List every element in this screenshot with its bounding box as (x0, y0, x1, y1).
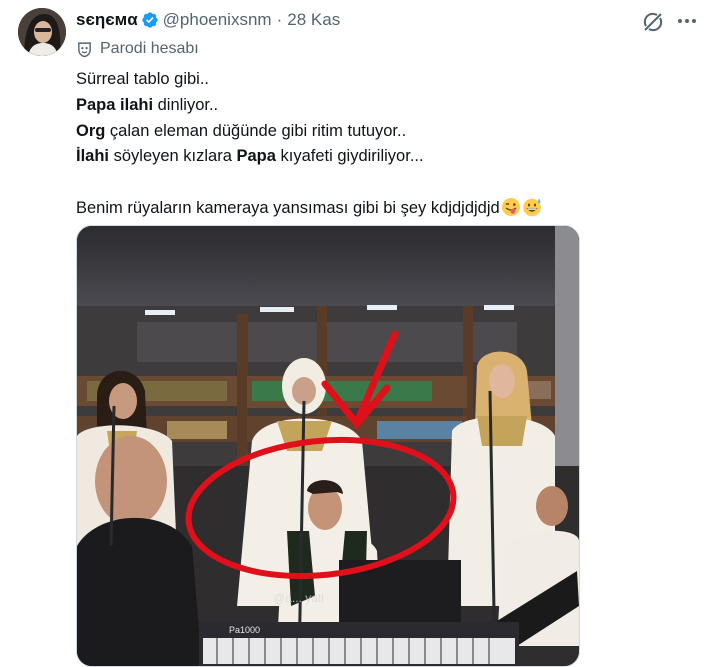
tweet-header: ѕєηємα @phoenixsnm · 28 Kas (76, 9, 340, 31)
tweet-text: Sürreal tablo gibi.. Papa ilahi dinliyor… (76, 67, 696, 222)
video-media[interactable]: Pa1000 @a... yati (76, 225, 580, 667)
tweet-line: İlahi söyleyen kızlara Papa kıyafeti giy… (76, 147, 424, 166)
avatar[interactable] (18, 8, 66, 56)
separator: · (276, 10, 283, 29)
watermark: @a... yati (273, 591, 324, 605)
post-date[interactable]: 28 Kas (287, 10, 340, 30)
keyboard-brand: Pa1000 (229, 625, 260, 635)
tweet-line: Papa ilahi dinliyor.. (76, 95, 219, 114)
author-name[interactable]: ѕєηємα (76, 10, 138, 30)
more-icon[interactable] (674, 8, 700, 34)
tweet-line: Benim rüyaların kameraya yansıması gibi … (76, 196, 696, 222)
tweet-line: Org çalan eleman düğünde gibi ritim tutu… (76, 121, 407, 140)
grinning-sweat-emoji (522, 198, 541, 217)
author-handle[interactable]: @phoenixsnm (163, 10, 272, 30)
tweet-line: Sürreal tablo gibi.. (76, 70, 209, 88)
parody-mask-icon (78, 41, 91, 57)
parody-label: Parodi hesabı (76, 38, 199, 60)
grok-icon[interactable] (641, 10, 665, 34)
tweet-post: ѕєηємα @phoenixsnm · 28 Kas Parodi hesab… (0, 0, 715, 667)
verified-badge-icon (141, 11, 159, 29)
parody-text: Parodi hesabı (100, 40, 199, 57)
winking-tongue-emoji (501, 198, 520, 217)
video-frame: Pa1000 @a... yati (77, 226, 579, 666)
